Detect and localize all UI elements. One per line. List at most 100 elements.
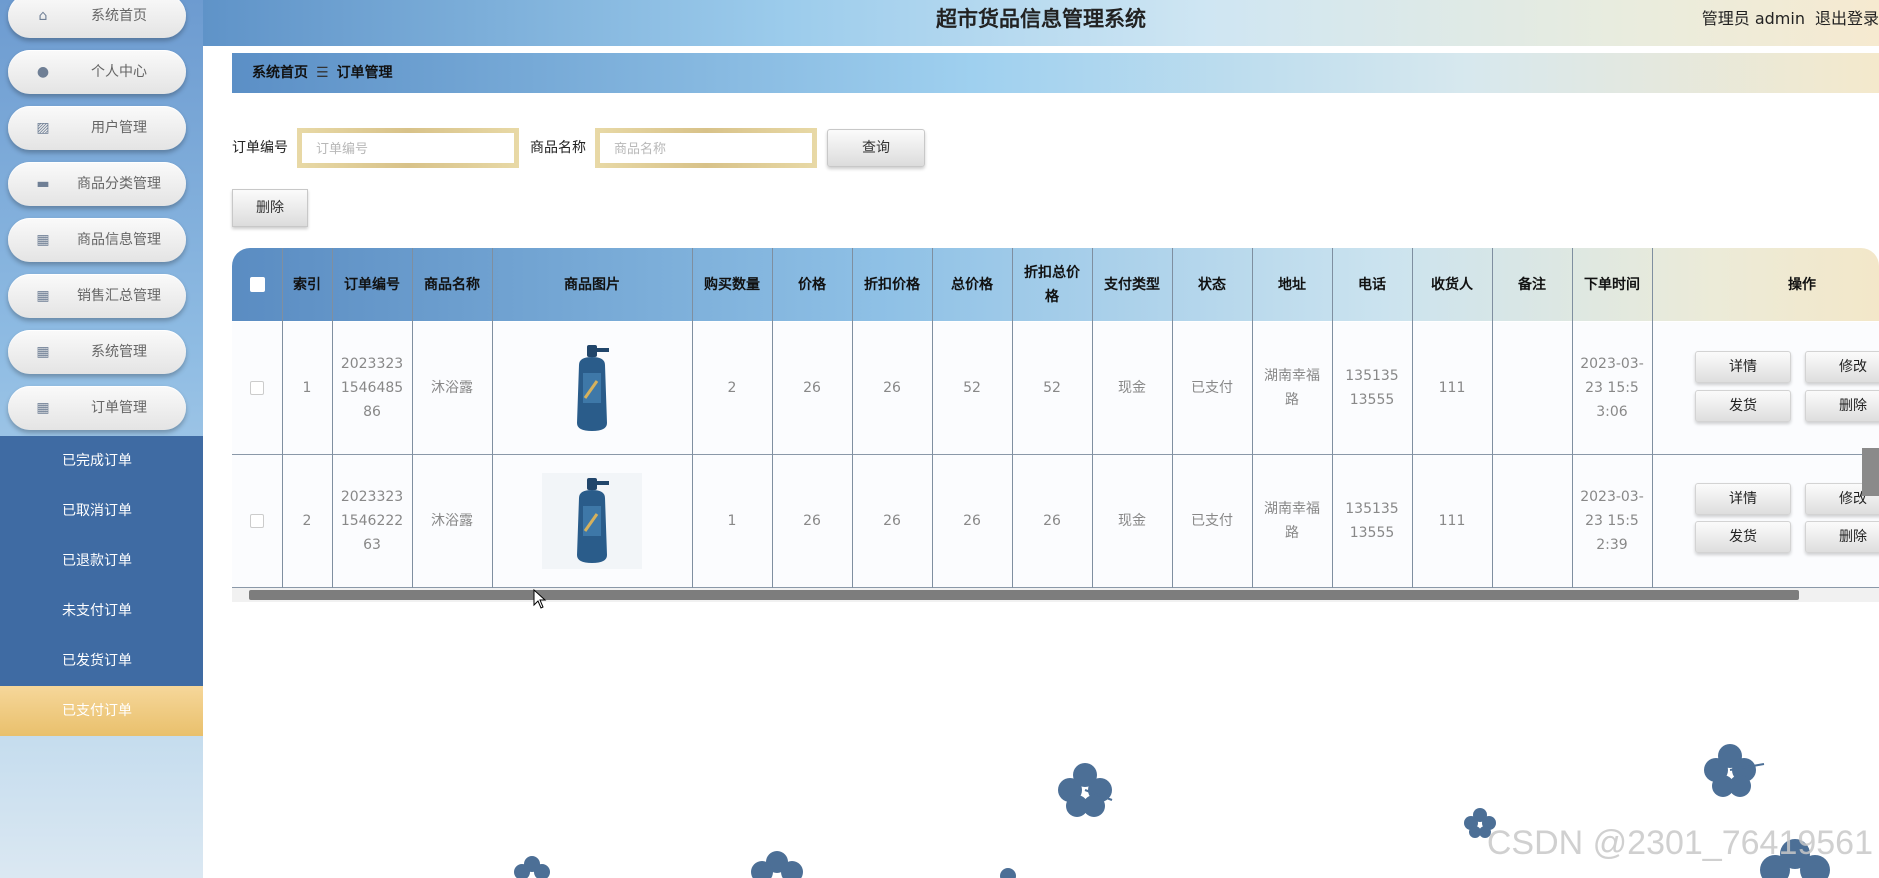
detail-button[interactable]: 详情: [1695, 483, 1791, 515]
sidebar-item-system[interactable]: ▦ 系统管理: [8, 330, 186, 374]
cell-price: 26: [803, 513, 821, 529]
submenu-paid-orders[interactable]: 已支付订单: [0, 686, 203, 736]
sidebar-item-products[interactable]: ▦ 商品信息管理: [8, 218, 186, 262]
edit-button[interactable]: 修改: [1805, 351, 1879, 383]
breadcrumb-home[interactable]: 系统首页: [252, 65, 308, 81]
order-no-label: 订单编号: [232, 140, 288, 156]
orders-table: 索引 订单编号 商品名称 商品图片 购买数量 价格 折扣价格 总价格 折扣总价格…: [232, 248, 1879, 600]
column-divider: [772, 248, 773, 600]
row-select-cell: [232, 322, 282, 454]
cell-pay-type: 现金: [1118, 513, 1146, 529]
column-divider: [852, 248, 853, 600]
column-divider: [1092, 248, 1093, 600]
admin-label: 管理员 admin: [1701, 9, 1805, 28]
table-row: 2 20233231546222 63 沐浴露 1 26 26 26 26 现金…: [232, 455, 1879, 588]
horizontal-scrollbar[interactable]: [232, 588, 1879, 602]
column-divider: [1252, 248, 1253, 600]
submenu-completed-orders[interactable]: 已完成订单: [0, 436, 203, 486]
order-no-field-frame: [297, 128, 519, 168]
col-header-price: 价格: [798, 276, 826, 293]
cell-address: 湖南幸福路: [1264, 368, 1320, 408]
column-divider: [1652, 248, 1653, 600]
cell-receiver: 111: [1438, 380, 1466, 396]
cell-phone: 13513513555: [1345, 501, 1399, 541]
col-header-discount-total: 折扣总价格: [1024, 264, 1080, 305]
cell-note: [1492, 322, 1572, 454]
app-title: 超市货品信息管理系统: [936, 7, 1146, 31]
col-header-image: 商品图片: [564, 276, 620, 293]
ship-button[interactable]: 发货: [1695, 390, 1791, 422]
breadcrumb-separator-icon: ☰: [316, 65, 329, 81]
sidebar-item-sales[interactable]: ▦ 销售汇总管理: [8, 274, 186, 318]
col-header-index: 索引: [293, 276, 321, 293]
query-button[interactable]: 查询: [827, 129, 925, 167]
col-header-receiver: 收货人: [1431, 276, 1473, 293]
sidebar-item-orders[interactable]: ▦ 订单管理: [8, 386, 186, 430]
sidebar-item-categories[interactable]: ▬ 商品分类管理: [8, 162, 186, 206]
submenu-shipped-orders[interactable]: 已发货订单: [0, 636, 203, 686]
column-divider: [1012, 248, 1013, 600]
col-header-phone: 电话: [1358, 276, 1386, 293]
sidebar-item-label: 用户管理: [91, 120, 147, 136]
submenu-cancelled-orders[interactable]: 已取消订单: [0, 486, 203, 536]
cell-discount-total: 52: [1043, 380, 1061, 396]
cell-phone: 13513513555: [1345, 368, 1399, 408]
vertical-scrollbar-thumb[interactable]: [1862, 448, 1879, 496]
breadcrumb-current: 订单管理: [336, 65, 393, 81]
column-divider: [1172, 248, 1173, 600]
cell-status: 已支付: [1191, 513, 1233, 529]
cell-product: 沐浴露: [431, 380, 473, 396]
cell-pay-type: 现金: [1118, 380, 1146, 396]
flower-decoration-icon: [1058, 763, 1113, 817]
select-all-checkbox[interactable]: [249, 277, 265, 292]
sidebar-item-profile[interactable]: ● 个人中心: [8, 50, 186, 94]
sidebar-item-users[interactable]: ▨ 用户管理: [8, 106, 186, 150]
column-divider: [1492, 248, 1493, 600]
logout-link[interactable]: 退出登录: [1815, 9, 1879, 28]
detail-button[interactable]: 详情: [1695, 351, 1791, 383]
flower-decoration-icon: [751, 851, 803, 878]
cell-qty: 2: [727, 380, 737, 396]
batch-delete-button[interactable]: 删除: [232, 189, 308, 227]
cell-time: 2023-03-23 15:53:06: [1580, 356, 1644, 420]
column-divider: [1572, 248, 1573, 600]
delete-button[interactable]: 删除: [1805, 390, 1879, 422]
col-header-address: 地址: [1278, 276, 1306, 293]
column-divider: [1332, 248, 1333, 600]
row-checkbox[interactable]: [250, 514, 264, 528]
flower-decoration-icon: [1704, 744, 1765, 797]
cell-receiver: 111: [1438, 513, 1466, 529]
scrollbar-thumb[interactable]: [249, 590, 1799, 600]
cell-total: 26: [963, 513, 981, 529]
cell-image: [492, 322, 692, 454]
row-checkbox[interactable]: [250, 381, 264, 395]
row-select-cell: [232, 455, 282, 587]
order-no-input[interactable]: [302, 133, 514, 163]
cell-order-no: 20233231546222 63: [340, 489, 404, 553]
ship-button[interactable]: 发货: [1695, 521, 1791, 553]
cell-index: 1: [302, 380, 312, 396]
product-name-input[interactable]: [600, 133, 812, 163]
col-header-discount-price: 折扣价格: [864, 276, 920, 293]
product-name-field-frame: [595, 128, 817, 168]
sidebar-item-label: 商品信息管理: [77, 232, 161, 248]
column-divider: [332, 248, 333, 600]
top-header: 超市货品信息管理系统 管理员 admin 退出登录: [203, 0, 1879, 46]
col-header-qty: 购买数量: [704, 276, 760, 293]
cell-image: [492, 455, 692, 587]
cell-time: 2023-03-23 15:52:39: [1580, 489, 1644, 553]
submenu-refunded-orders[interactable]: 已退款订单: [0, 536, 203, 586]
delete-button[interactable]: 删除: [1805, 521, 1879, 553]
cell-address: 湖南幸福路: [1264, 501, 1320, 541]
flower-decoration-icon: [514, 856, 550, 878]
breadcrumb: 系统首页 ☰ 订单管理: [232, 53, 1879, 93]
sidebar-item-label: 销售汇总管理: [77, 288, 161, 304]
cell-total: 52: [963, 380, 981, 396]
cell-discount-total: 26: [1043, 513, 1061, 529]
table-header: 索引 订单编号 商品名称 商品图片 购买数量 价格 折扣价格 总价格 折扣总价格…: [232, 248, 1879, 321]
sidebar-item-label: 个人中心: [91, 64, 147, 80]
cell-order-no: 20233231546485 86: [340, 356, 404, 420]
sidebar-item-label: 订单管理: [91, 400, 147, 416]
submenu-unpaid-orders[interactable]: 未支付订单: [0, 586, 203, 636]
sidebar-item-home[interactable]: ⌂ 系统首页: [8, 0, 186, 38]
